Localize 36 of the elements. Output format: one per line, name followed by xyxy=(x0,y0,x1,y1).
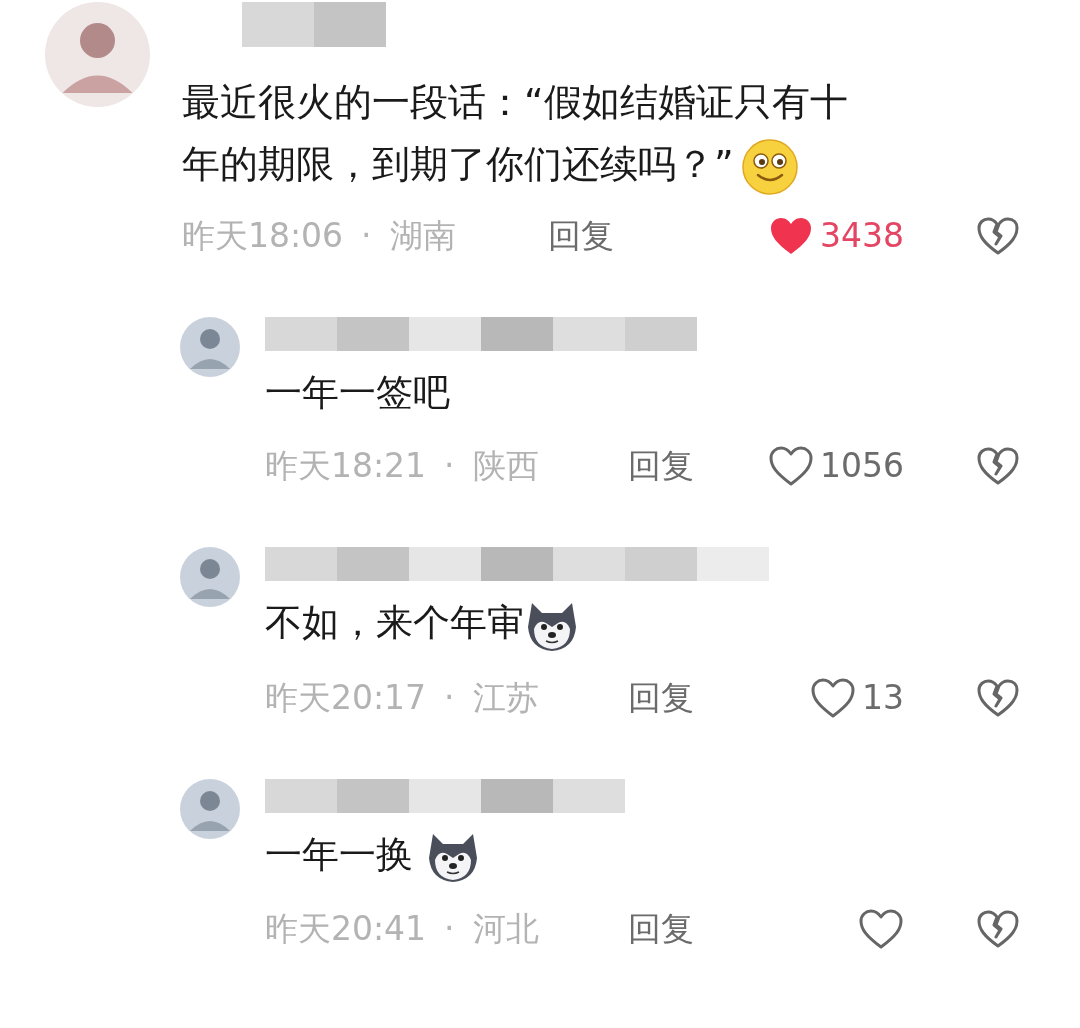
broken-heart-icon[interactable] xyxy=(976,446,1020,486)
comment-text: 不如，来个年审 xyxy=(265,595,1020,653)
heart-icon[interactable] xyxy=(768,445,814,487)
broken-heart-icon[interactable] xyxy=(976,216,1020,256)
heart-icon[interactable] xyxy=(858,908,904,950)
comment-text: 最近很火的一段话：“假如结婚证只有十年的期限，到期了你们还续吗？” xyxy=(182,71,852,195)
avatar[interactable] xyxy=(180,317,240,377)
like-count: 1056 xyxy=(820,446,904,486)
reply-link[interactable]: 回复 xyxy=(628,446,694,486)
reply-link[interactable]: 回复 xyxy=(628,677,694,718)
comment-text: 一年一签吧 xyxy=(265,370,451,416)
reply-link[interactable]: 回复 xyxy=(548,216,614,256)
comment-time: 昨天18:21 xyxy=(265,446,427,486)
reply-link[interactable]: 回复 xyxy=(628,909,694,949)
comment-location: 陕西 xyxy=(472,446,539,486)
comment-location: 河北 xyxy=(472,909,539,949)
dot-separator: · xyxy=(444,446,455,486)
comment-location: 江苏 xyxy=(472,677,539,718)
broken-heart-icon[interactable] xyxy=(976,677,1020,718)
comment-text: 一年一换 xyxy=(265,826,1020,884)
avatar[interactable] xyxy=(45,2,150,107)
heart-icon[interactable] xyxy=(810,676,856,719)
comment-time: 昨天20:41 xyxy=(265,909,427,949)
dot-separator: · xyxy=(444,677,455,718)
avatar[interactable] xyxy=(180,778,240,839)
comment-location: 湖南 xyxy=(389,216,456,256)
comment-time: 昨天18:06 xyxy=(182,216,344,256)
heart-icon[interactable] xyxy=(768,215,814,257)
like-count: 13 xyxy=(862,677,904,718)
smiley-emoji-icon xyxy=(741,138,798,195)
avatar[interactable] xyxy=(180,547,240,607)
broken-heart-icon[interactable] xyxy=(976,909,1020,949)
like-count: 3438 xyxy=(820,216,904,256)
dot-separator: · xyxy=(444,909,455,949)
dot-separator: · xyxy=(361,216,372,256)
comment-time: 昨天20:17 xyxy=(265,677,427,718)
